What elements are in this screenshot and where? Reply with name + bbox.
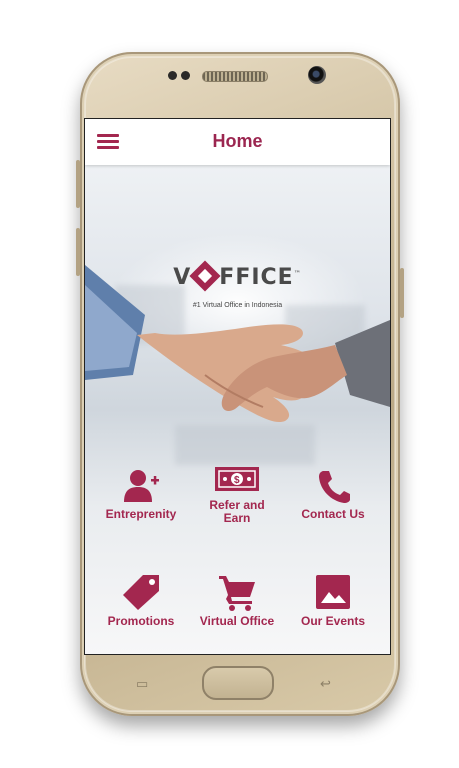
menu-item-label: Contact Us (301, 507, 365, 521)
menu-item-entreprenity[interactable]: Entreprenity (93, 468, 189, 521)
menu-item-label: Our Events (300, 614, 366, 628)
menu-item-label: Entreprenity (105, 507, 177, 521)
home-button[interactable] (202, 666, 274, 700)
menu-item-our-events[interactable]: Our Events (285, 573, 381, 628)
volume-up-button[interactable] (76, 160, 80, 208)
phone-screen: Home V FFICE™ #1 Virtual Office in Indone… (84, 118, 391, 655)
menu-item-label: Virtual Office (199, 614, 275, 628)
app-bar: Home (85, 119, 390, 165)
menu-item-contact-us[interactable]: Contact Us (285, 468, 381, 521)
tag-icon (123, 575, 159, 610)
phone-icon (319, 471, 350, 503)
cart-icon (219, 576, 255, 611)
add-user-icon (124, 470, 159, 502)
logo-tagline: #1 Virtual Office in Indonesia (192, 302, 283, 309)
page-title: Home (212, 131, 263, 151)
light-sensor (181, 71, 190, 80)
menu-item-label: Refer and Earn (209, 498, 265, 525)
menu-item-label: Promotions (107, 614, 175, 628)
menu-item-virtual-office[interactable]: Virtual Office (189, 573, 285, 628)
back-key[interactable]: ↩ (320, 676, 331, 692)
earpiece-speaker (202, 71, 268, 82)
voffice-logo: V FFICE™ (85, 260, 390, 292)
power-button[interactable] (400, 268, 404, 318)
hero-background: V FFICE™ #1 Virtual Office in Indonesia E… (85, 165, 390, 654)
logo-text-right: FFICE (219, 265, 294, 290)
menu-item-refer-and-earn[interactable]: $ Refer and Earn (189, 465, 285, 525)
logo-diamond-icon (189, 260, 221, 292)
volume-down-button[interactable] (76, 228, 80, 276)
trademark-mark: ™ (293, 269, 302, 278)
recent-apps-key[interactable]: ▭ (136, 676, 148, 692)
image-icon (316, 575, 350, 609)
front-camera (308, 66, 326, 84)
svg-text:$: $ (234, 475, 240, 486)
proximity-sensor (168, 71, 177, 80)
logo-text-left: V (173, 265, 192, 290)
menu-item-promotions[interactable]: Promotions (93, 573, 189, 628)
handshake-image (85, 265, 390, 423)
money-bill-icon: $ (215, 467, 259, 491)
